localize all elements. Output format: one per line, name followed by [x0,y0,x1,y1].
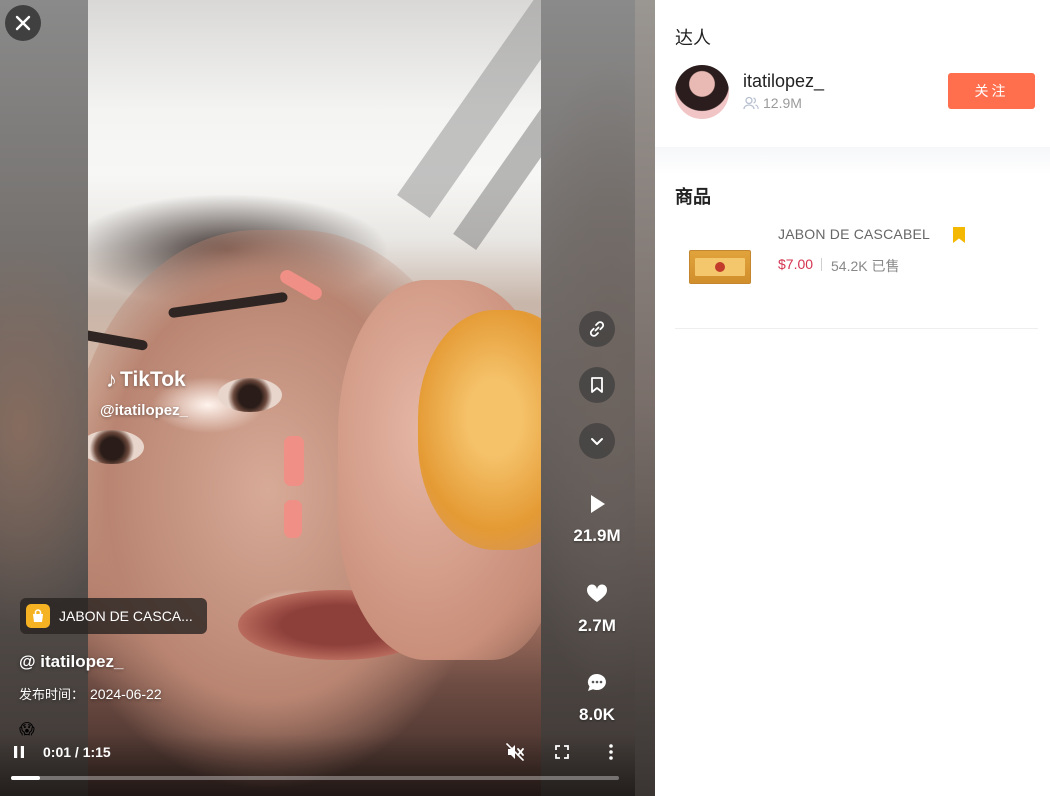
next-video-button[interactable] [579,423,615,459]
like-count: 2.7M [578,616,616,635]
follower-count: 12.9M [763,95,802,111]
progress-bar[interactable] [11,776,619,780]
comment-count: 8.0K [579,705,615,724]
play-count-stat: 21.9M [560,490,634,546]
section-divider-band [655,147,1050,175]
like-count-stat: 2.7M [560,580,634,636]
creator-username[interactable]: itatilopez_ [743,71,824,92]
product-name[interactable]: JABON DE CASCABEL [778,226,930,242]
pause-icon[interactable] [12,745,26,759]
player-controls: 0:01 / 1:15 [0,734,635,796]
play-icon [591,495,605,513]
divider [821,258,822,271]
bookmark-outline-icon [591,377,603,393]
bookmark-video-button[interactable] [579,367,615,403]
comment-icon [587,673,606,691]
link-icon [589,321,605,337]
divider [675,328,1038,329]
follow-button[interactable]: 关注 [948,73,1035,109]
publish-info: 发布时间： 2024-06-22 [19,684,162,703]
video-frame[interactable] [88,0,541,796]
creator-section-title: 达人 [675,28,711,48]
publish-date: 2024-06-22 [90,686,162,702]
more-options-button[interactable] [601,742,621,762]
mute-button[interactable] [505,742,525,762]
muted-speaker-icon [506,743,524,761]
chevron-down-icon [591,438,603,445]
more-vertical-icon [609,744,613,760]
fullscreen-button[interactable] [552,742,572,762]
product-chip[interactable]: JABON DE CASCA... [20,598,207,634]
product-price: $7.00 [778,256,814,272]
video-panel: ♪ TikTok @itatilopez_ 21.9M 2.7M 8.0K JA… [0,0,655,796]
close-button[interactable] [5,5,41,41]
followers-icon [743,96,759,110]
bookmark-icon[interactable] [952,226,966,244]
products-section-title: 商品 [675,187,711,207]
product-sold-count: 54.2K 已售 [831,258,900,274]
product-chip-label: JABON DE CASCA... [59,608,193,624]
tiktok-note-icon: ♪ [106,367,117,392]
fingernail-shape [284,500,302,538]
watermark-brand: TikTok [120,368,186,391]
follower-count-row: 12.9M [743,95,802,111]
play-count: 21.9M [573,526,621,545]
product-thumbnail[interactable] [689,250,751,284]
author-handle[interactable]: @ itatilopez_ [19,652,123,672]
info-panel: 达人 itatilopez_ 12.9M 关注 商品 JABON DE CASC… [655,0,1050,796]
comment-count-stat: 8.0K [560,669,634,725]
close-icon [15,15,31,31]
tiktok-watermark: ♪ TikTok [106,368,186,392]
time-display: 0:01 / 1:15 [43,744,111,760]
fullscreen-icon [555,745,569,759]
eye-shape [218,378,282,412]
watermark-handle: @itatilopez_ [100,402,188,419]
copy-link-button[interactable] [579,311,615,347]
shopping-bag-icon [26,604,50,628]
video-side-strip [635,0,655,796]
publish-label: 发布时间： [19,687,85,702]
fingernail-shape [284,436,304,486]
avatar[interactable] [675,65,729,119]
heart-icon [586,584,608,602]
progress-fill [11,776,40,780]
